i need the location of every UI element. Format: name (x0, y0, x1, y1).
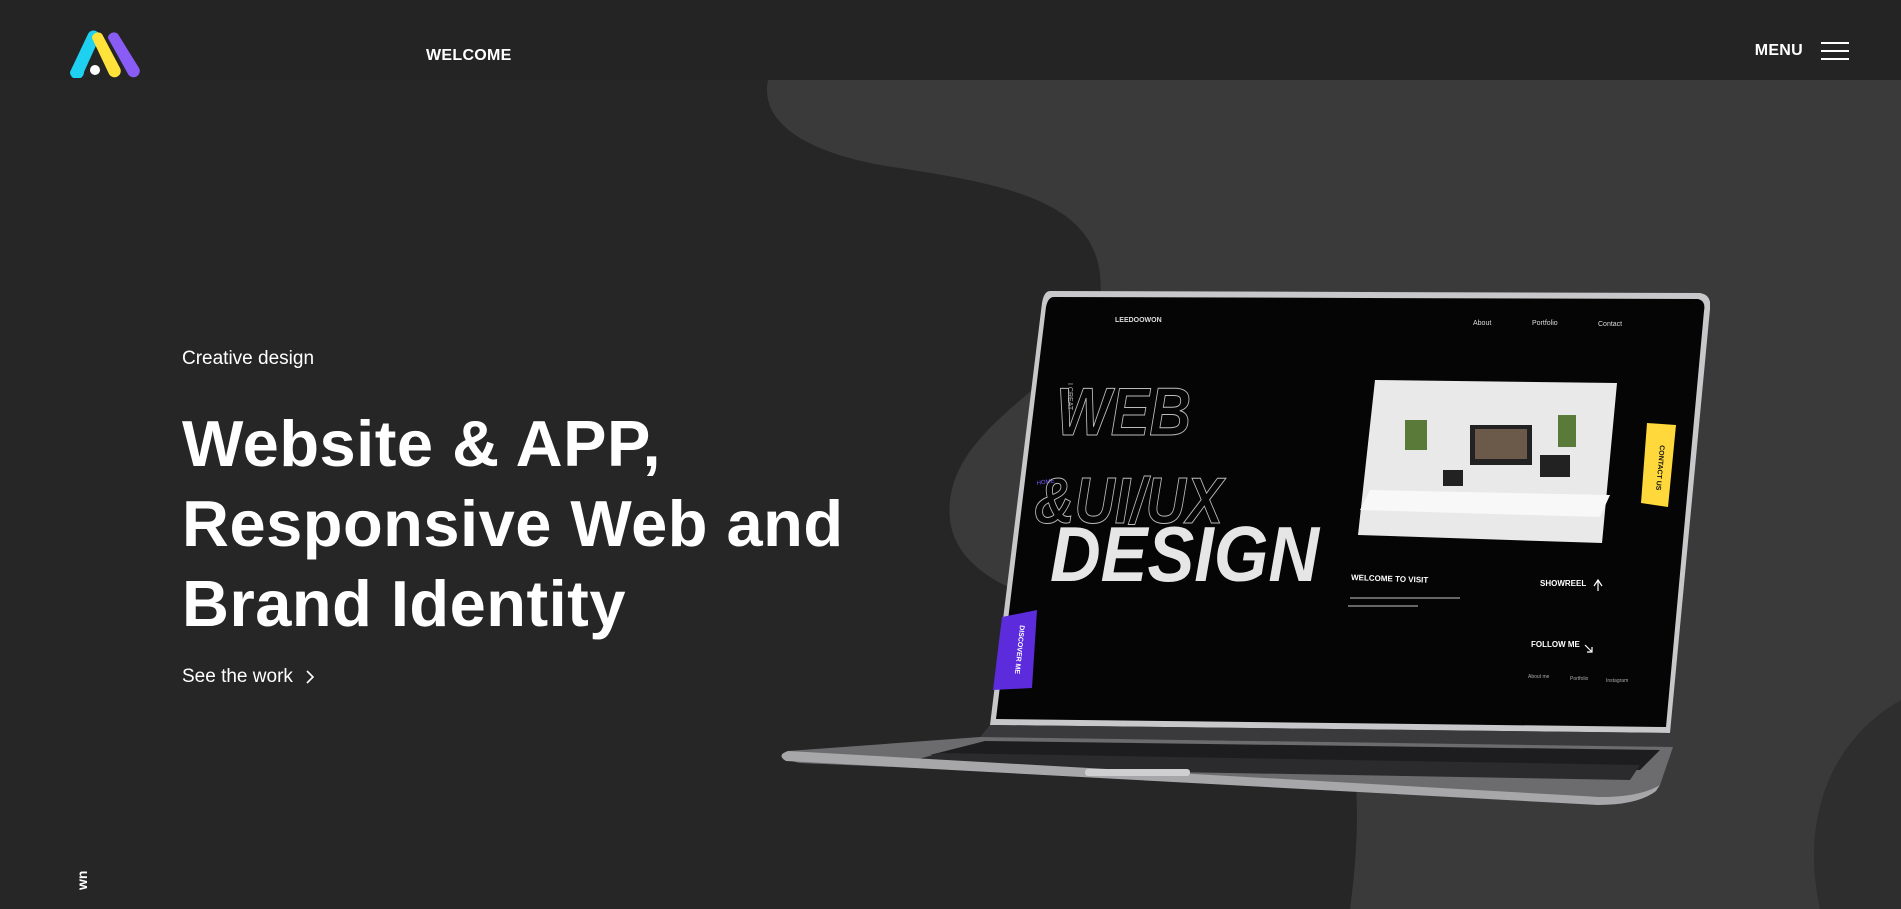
nav-welcome-link[interactable]: WELCOME (426, 47, 512, 65)
site-header: WELCOME MENU (0, 0, 1901, 80)
see-the-work-link[interactable]: See the work (182, 666, 315, 688)
hero-section: Creative design Website & APP, Responsiv… (182, 348, 902, 688)
screen-nav-about: About (1473, 320, 1491, 327)
see-the-work-label: See the work (182, 666, 293, 687)
hero-eyebrow: Creative design (182, 348, 315, 369)
menu-button[interactable]: MENU (1755, 42, 1849, 60)
screen-footer-instagram: Instagram (1606, 678, 1628, 684)
screen-photo-card (1358, 380, 1617, 543)
screen-big-design: DESIGN (1050, 511, 1320, 598)
scroll-down-hint: wn (74, 870, 90, 890)
menu-label: MENU (1754, 42, 1803, 59)
page: WELCOME MENU Creative design Website & A… (0, 0, 1901, 909)
headline-line-2: Responsive Web and (182, 487, 844, 560)
screen-brand: LEEDOOWON (1115, 317, 1162, 324)
hero-headline: Website & APP, Responsive Web and Brand … (182, 404, 902, 644)
chevron-right-icon (306, 670, 315, 684)
headline-line-1: Website & APP, (182, 407, 662, 480)
screen-follow-me: FOLLOW ME (1531, 640, 1581, 649)
screen-discover-tab (993, 610, 1037, 690)
laptop-mockup: LEEDOOWON About Portfolio Contact I CREA… (781, 291, 1710, 805)
screen-showreel: SHOWREEL (1540, 579, 1586, 588)
screen-nav-contact: Contact (1598, 321, 1622, 328)
screen-footer-about: About me (1528, 674, 1550, 680)
hamburger-icon (1821, 42, 1849, 60)
headline-line-3: Brand Identity (182, 567, 626, 640)
screen-footer-portfolio: Portfolio (1570, 676, 1589, 682)
screen-big-web: WEB (1056, 375, 1191, 450)
brand-logo-icon[interactable] (66, 28, 144, 78)
screen-nav-portfolio: Portfolio (1532, 320, 1558, 327)
